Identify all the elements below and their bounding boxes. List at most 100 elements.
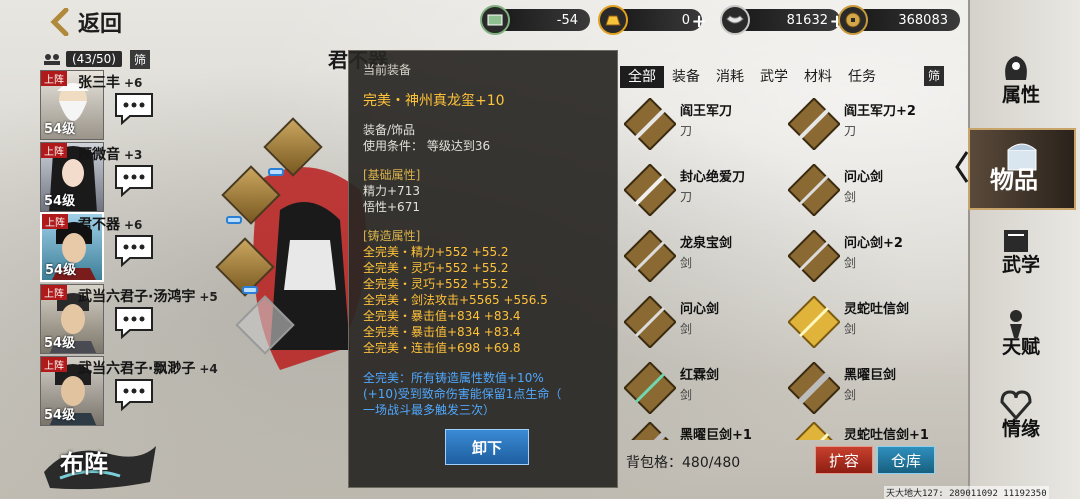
currency-value: -54 bbox=[502, 9, 590, 31]
golden-sword-icon bbox=[788, 422, 840, 440]
sidebar-item-items[interactable]: 物品 bbox=[968, 128, 1076, 210]
base-stats-title: [基础属性] bbox=[363, 168, 421, 182]
sword-icon bbox=[788, 230, 840, 282]
equipment-category: 装备/饰品 bbox=[363, 123, 416, 137]
tab-consumables[interactable]: 消耗 bbox=[708, 66, 752, 88]
forge-stat: 全完美・灵巧+552 +55.2 bbox=[363, 277, 509, 291]
deployed-tag: 上阵 bbox=[41, 143, 67, 158]
currency-value: 81632 + bbox=[742, 9, 845, 31]
coin-icon bbox=[838, 5, 868, 35]
inventory-item[interactable]: 黑曜巨剑 剑 bbox=[784, 356, 944, 418]
inventory-item[interactable]: 问心剑 剑 bbox=[620, 290, 780, 352]
hero-name: 武当六君子·飘渺子 +4 bbox=[78, 361, 218, 377]
base-stat: 精力+713 bbox=[363, 184, 420, 198]
inventory-item[interactable]: 封心绝爱刀 刀 bbox=[620, 158, 780, 220]
expand-bag-button[interactable]: 扩容 bbox=[815, 446, 873, 474]
inventory-item[interactable]: 问心剑+2 剑 bbox=[784, 224, 944, 286]
hero-name: 君不器 +6 bbox=[78, 217, 143, 233]
tab-quests[interactable]: 任务 bbox=[840, 66, 884, 88]
forge-stats-title: [铸造属性] bbox=[363, 229, 421, 243]
currency-value: 368083 bbox=[860, 9, 960, 31]
team-icon bbox=[44, 54, 60, 65]
chevron-left-icon bbox=[50, 8, 69, 36]
deployed-tag: 上阵 bbox=[41, 285, 67, 300]
sidebar-item-relationships[interactable]: 情缘 bbox=[974, 380, 1078, 460]
equipment-requirement: 使用条件： 等级达到36 bbox=[363, 139, 491, 153]
inventory-item[interactable]: 龙泉宝剑 剑 bbox=[620, 224, 780, 286]
currency-silver: 81632 + bbox=[720, 5, 845, 35]
tab-materials[interactable]: 材料 bbox=[796, 66, 840, 88]
silver-ingot-icon bbox=[720, 5, 750, 35]
inventory-tabs: 全部 装备 消耗 武学 材料 任务 bbox=[620, 66, 884, 88]
greatsword-icon bbox=[624, 422, 676, 440]
chat-bubble-icon[interactable] bbox=[112, 304, 156, 340]
chat-bubble-icon[interactable] bbox=[112, 376, 156, 412]
forge-stat: 全完美・剑法攻击+5565 +556.5 bbox=[363, 293, 548, 307]
tab-all[interactable]: 全部 bbox=[620, 66, 664, 88]
greatsword-icon bbox=[788, 362, 840, 414]
forge-stat: 全完美・精力+552 +55.2 bbox=[363, 245, 509, 259]
hero-level: 54级 bbox=[44, 122, 76, 137]
unequip-button[interactable]: 卸下 bbox=[445, 429, 529, 465]
hero-name: 顾微音 +3 bbox=[78, 147, 143, 163]
back-button[interactable]: 返回 bbox=[50, 6, 122, 38]
currency-ticket: -54 bbox=[480, 5, 590, 35]
sword-icon bbox=[788, 164, 840, 216]
detail-header: 当前装备 bbox=[363, 63, 412, 77]
chevron-left-icon bbox=[955, 151, 969, 183]
blade-icon bbox=[788, 98, 840, 150]
roster-header: (43/50) 筛 bbox=[42, 49, 150, 69]
formation-button[interactable]: 布阵 bbox=[40, 432, 160, 492]
inventory-filter-button[interactable]: 筛 bbox=[924, 66, 944, 86]
deployed-tag: 上阵 bbox=[42, 214, 68, 229]
sidebar-item-talents[interactable]: 天赋 bbox=[974, 298, 1078, 378]
blade-icon bbox=[624, 164, 676, 216]
hero-level: 54级 bbox=[45, 263, 77, 278]
currency-value: 0 + bbox=[620, 9, 707, 31]
hero-name: 张三丰 +6 bbox=[78, 75, 143, 91]
forge-stat: 全完美・连击值+698 +69.8 bbox=[363, 341, 521, 355]
ticket-icon bbox=[480, 5, 510, 35]
chat-bubble-icon[interactable] bbox=[112, 232, 156, 268]
inventory-item[interactable]: 问心剑 剑 bbox=[784, 158, 944, 220]
chat-bubble-icon[interactable] bbox=[112, 162, 156, 198]
chat-bubble-icon[interactable] bbox=[112, 90, 156, 126]
jade-sword-icon bbox=[624, 362, 676, 414]
golden-sword-icon bbox=[788, 296, 840, 348]
bag-capacity: 背包格：480/480 bbox=[626, 455, 741, 471]
inventory-item[interactable]: 灵蛇吐信剑 剑 bbox=[784, 290, 944, 352]
sidebar-item-attributes[interactable]: 属性 bbox=[974, 46, 1078, 126]
link-icon bbox=[242, 286, 258, 294]
equipment-name: 完美・神州真龙玺+10 bbox=[363, 93, 505, 109]
gold-bar-icon bbox=[598, 5, 628, 35]
back-label: 返回 bbox=[78, 11, 123, 37]
link-icon bbox=[268, 168, 284, 176]
sidebar-item-martial-arts[interactable]: 武学 bbox=[974, 216, 1078, 296]
inventory-item[interactable]: 黑曜巨剑+1 bbox=[620, 416, 780, 440]
set-bonus: 全完美：所有铸造属性数值+10% (+10)受到致命伤害能保留1点生命（ 一场战… bbox=[363, 371, 562, 417]
base-stat: 悟性+671 bbox=[363, 200, 420, 214]
inventory-grid: 阎王军刀 刀 阎王军刀+2 刀 封心绝爱刀 刀 问心剑 剑 龙泉宝剑 剑 问心剑… bbox=[620, 90, 950, 440]
currency-coin: 368083 bbox=[838, 5, 960, 35]
add-gold-button[interactable]: + bbox=[690, 13, 708, 31]
forge-stat: 全完美・暴击值+834 +83.4 bbox=[363, 309, 521, 323]
storage-button[interactable]: 仓库 bbox=[877, 446, 935, 474]
equipment-detail-panel: 当前装备 完美・神州真龙玺+10 装备/饰品 使用条件： 等级达到36 [基础属… bbox=[348, 50, 618, 488]
inventory-item[interactable]: 阎王军刀+2 刀 bbox=[784, 92, 944, 154]
sword-icon bbox=[624, 230, 676, 282]
deployed-tag: 上阵 bbox=[41, 357, 67, 372]
sword-icon bbox=[624, 296, 676, 348]
tab-equipment[interactable]: 装备 bbox=[664, 66, 708, 88]
hero-level: 54级 bbox=[44, 408, 76, 423]
inventory-item[interactable]: 灵蛇吐信剑+1 bbox=[784, 416, 944, 440]
tab-martial-arts[interactable]: 武学 bbox=[752, 66, 796, 88]
server-info: 天大地大127: 289011092 11192350 bbox=[884, 486, 1049, 499]
forge-stat: 全完美・灵巧+552 +55.2 bbox=[363, 261, 509, 275]
inventory-item[interactable]: 红霖剑 剑 bbox=[620, 356, 780, 418]
roster-filter-button[interactable]: 筛 bbox=[129, 49, 150, 69]
inventory-item[interactable]: 阎王军刀 刀 bbox=[620, 92, 780, 154]
link-icon bbox=[226, 216, 242, 224]
roster-count: (43/50) bbox=[66, 51, 122, 67]
deployed-tag: 上阵 bbox=[41, 71, 67, 86]
currency-gold: 0 + bbox=[598, 5, 707, 35]
